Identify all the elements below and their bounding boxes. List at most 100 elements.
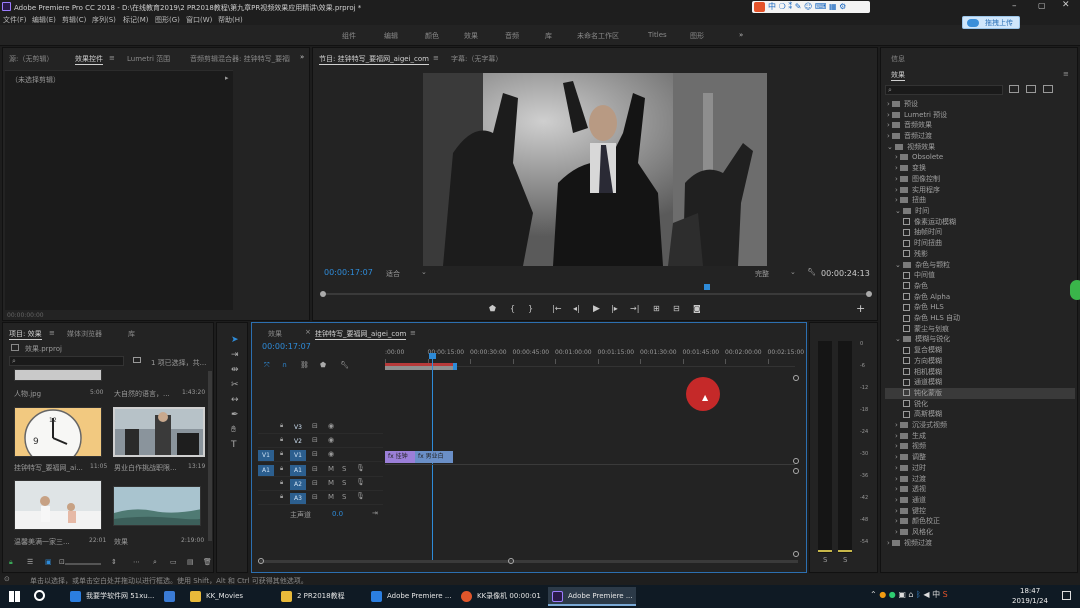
clip-v1-a[interactable]: fx 挂钟 xyxy=(385,451,415,463)
tray-sogou-icon[interactable]: S xyxy=(943,590,948,599)
mark-out-icon[interactable]: } xyxy=(528,304,533,313)
ripple-edit-tool-icon[interactable]: ⇹ xyxy=(231,365,239,375)
eye-icon[interactable]: ◉ xyxy=(328,450,334,458)
scrubber-start-handle[interactable] xyxy=(320,291,326,297)
taskbar-premiere-2[interactable]: Adobe Premiere ... xyxy=(548,587,636,606)
track-select-tool-icon[interactable]: ⇥ xyxy=(231,350,239,360)
effects-folder[interactable]: › 键控 xyxy=(885,506,1075,517)
v-scroll-handle[interactable] xyxy=(793,375,799,381)
minimize-button[interactable]: – xyxy=(1012,1,1017,11)
menu-file[interactable]: 文件(F) xyxy=(3,15,27,25)
microphone-icon[interactable]: 🎙︎ xyxy=(356,478,365,486)
tab-libraries[interactable]: 库 xyxy=(128,329,135,339)
solo-button[interactable]: S xyxy=(342,493,346,501)
menu-window[interactable]: 窗口(W) xyxy=(186,15,212,25)
type-tool-icon[interactable]: T xyxy=(231,440,237,450)
panel-menu-icon[interactable]: ≡ xyxy=(410,329,416,337)
effect-item[interactable]: 杂色 xyxy=(885,281,1075,292)
wrench-icon[interactable]: 🔧︎ xyxy=(340,361,349,369)
camera-icon[interactable]: ◙ xyxy=(693,304,701,313)
tray-bluetooth-icon[interactable]: ᛒ xyxy=(916,590,921,599)
chevron-down-icon[interactable]: ⌄ xyxy=(421,268,427,276)
playhead-handle[interactable] xyxy=(429,353,436,359)
effect-item[interactable]: 复合模糊 xyxy=(885,345,1075,356)
add-button-icon[interactable]: + xyxy=(856,302,865,315)
chevron-down-icon[interactable]: ⌄ xyxy=(790,268,796,276)
v-scroll-handle[interactable] xyxy=(793,468,799,474)
tray-app-icon[interactable]: ● xyxy=(879,590,886,599)
scroll-handle-right[interactable] xyxy=(508,558,514,564)
tray-network-icon[interactable]: ⌂ xyxy=(908,590,913,599)
effects-folder[interactable]: ⌄ 模糊与锐化 xyxy=(885,334,1075,345)
tray-app-icon[interactable]: ▣ xyxy=(898,590,906,599)
automate-icon[interactable]: ⋯ xyxy=(133,558,140,566)
effects-folder[interactable]: › 风格化 xyxy=(885,527,1075,538)
lock-icon[interactable]: 🔒︎ xyxy=(9,558,13,567)
wrench-icon[interactable]: 🔧︎ xyxy=(807,268,816,276)
menu-edit[interactable]: 编辑(E) xyxy=(32,15,56,25)
playback-scrubber[interactable] xyxy=(323,293,869,295)
track-name[interactable]: A2 xyxy=(290,478,306,490)
track-name[interactable]: A1 xyxy=(290,464,306,476)
extract-icon[interactable]: ⊟ xyxy=(673,304,680,313)
taskbar-app2[interactable] xyxy=(160,587,182,606)
menu-graphics[interactable]: 图形(G) xyxy=(155,15,180,25)
timeline-h-scrollbar[interactable] xyxy=(258,558,798,564)
scrubber-end-handle[interactable] xyxy=(866,291,872,297)
sync-lock-icon[interactable]: ⊟ xyxy=(312,422,318,430)
chevron-down-icon[interactable]: ⌄ xyxy=(895,335,903,343)
tab-effect-controls[interactable]: 效果控件 xyxy=(75,54,103,65)
notification-icon[interactable] xyxy=(1062,591,1071,600)
effects-folder[interactable]: › 过渡 xyxy=(885,474,1075,485)
effects-folder[interactable]: › 扭曲 xyxy=(885,195,1075,206)
menu-help[interactable]: 帮助(H) xyxy=(218,15,243,25)
track-name[interactable]: A3 xyxy=(290,493,306,504)
menu-sequence[interactable]: 序列(S) xyxy=(92,15,116,25)
effect-item[interactable]: 锐化 xyxy=(885,399,1075,410)
tab-clock-sequence[interactable]: 挂钟特写_要福网_aigei_com xyxy=(315,329,407,340)
thumb-family[interactable] xyxy=(14,480,102,530)
effects-folder[interactable]: › Obsolete xyxy=(885,153,1075,164)
workspace-effects[interactable]: 效果 xyxy=(464,31,478,41)
effect-item[interactable]: 蒙尘与划痕 xyxy=(885,324,1075,335)
lock-icon[interactable]: 🔒︎ xyxy=(280,493,283,501)
lock-icon[interactable]: 🔒︎ xyxy=(280,465,283,473)
taskbar-kk-movies[interactable]: KK_Movies xyxy=(186,587,276,606)
effect-item[interactable]: 中间值 xyxy=(885,270,1075,281)
master-end-icon[interactable]: ⇥ xyxy=(372,509,378,517)
effect-item[interactable]: 方向模糊 xyxy=(885,356,1075,367)
list-view-icon[interactable]: ☰ xyxy=(27,558,33,566)
sort-icon[interactable]: ⇕ xyxy=(111,558,117,566)
source-patch[interactable]: V1 xyxy=(258,450,274,462)
workspace-unnamed[interactable]: 未命名工作区 xyxy=(577,31,619,41)
chevron-down-icon[interactable]: ⌄ xyxy=(895,207,903,215)
effects-folder[interactable]: › 变换 xyxy=(885,163,1075,174)
effect-item[interactable]: 杂色 HLS 自动 xyxy=(885,313,1075,324)
mark-in-icon[interactable]: { xyxy=(510,304,515,313)
quality-dropdown[interactable]: 完整 xyxy=(755,269,769,279)
work-area-bar[interactable] xyxy=(385,363,457,370)
play-icon[interactable]: ▶ xyxy=(593,304,600,314)
v-scroll-handle[interactable] xyxy=(793,458,799,464)
solo-right-button[interactable]: S xyxy=(843,556,847,564)
chevron-down-icon[interactable]: ⌄ xyxy=(887,143,895,151)
icon-view-icon[interactable]: ▣ xyxy=(45,558,52,566)
go-to-in-icon[interactable]: |← xyxy=(552,304,561,313)
add-marker-icon[interactable]: ⬟ xyxy=(489,304,496,313)
workspace-graphics[interactable]: 图形 xyxy=(690,31,704,41)
effects-folder[interactable]: › 调整 xyxy=(885,452,1075,463)
taskbar-pr2018-folder[interactable]: 2 PR2018教程 xyxy=(277,587,367,606)
freeform-view-icon[interactable]: ⊡ xyxy=(59,558,65,566)
sync-lock-icon[interactable]: ⊟ xyxy=(312,479,318,487)
effects-folder[interactable]: › 视频过渡 xyxy=(885,538,1075,549)
effects-folder[interactable]: › 透视 xyxy=(885,484,1075,495)
lock-icon[interactable]: 🔒︎ xyxy=(280,479,283,487)
32bit-effects-icon[interactable] xyxy=(1026,85,1036,93)
playhead-marker[interactable] xyxy=(704,284,710,290)
zoom-slider[interactable] xyxy=(65,563,101,565)
slip-tool-icon[interactable]: ↔ xyxy=(231,395,239,405)
effects-folder[interactable]: › 音频效果 xyxy=(885,120,1075,131)
effects-folder[interactable]: › 图像控制 xyxy=(885,174,1075,185)
effect-item[interactable]: 相机模糊 xyxy=(885,367,1075,378)
effects-folder[interactable]: › 沉浸式视频 xyxy=(885,420,1075,431)
